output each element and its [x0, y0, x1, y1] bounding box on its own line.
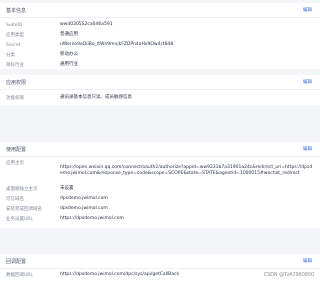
business-url-value: https://dpsdemo.jwimol.com [60, 216, 124, 221]
usage-config-header: 使用配置 编辑 [0, 142, 320, 157]
permission-value: 通讯录基本信息只读、成员敏感信息 [60, 95, 132, 100]
usage-config-edit-button[interactable]: 编辑 [303, 146, 312, 152]
basic-info-card: 基本信息 编辑 SuiteID wwd0305S2ca046a591 应用类型 … [0, 3, 320, 69]
secret-label: Secret [6, 42, 21, 48]
permission-card: 应用权限 编辑 功能权限 通讯录基本信息只读、成员敏感信息 [0, 75, 320, 105]
homepage-value: https://open.weixin.qq.com/connect/oauth… [60, 165, 313, 176]
csdn-watermark: CSDN @TzA7960800 [263, 273, 314, 278]
info-row-secret: Secret uWerno9eDiiBo_ItWn9mnjkFZDPn4oHx9… [0, 40, 320, 50]
permission-row: 功能权限 通讯录基本信息只读、成员敏感信息 [0, 92, 320, 104]
category-value: 移动办公 [60, 52, 78, 57]
info-row-industry: 目标行业 通用行业 [0, 60, 320, 70]
desktop-homepage-value: 未设置 [60, 186, 74, 191]
suiteid-value: wwd0305S2ca046a591 [60, 22, 113, 27]
homepage-label: 应用主页 [6, 161, 24, 166]
info-row-category: 分类 移动办公 [0, 50, 320, 60]
industry-label: 目标行业 [6, 63, 24, 68]
trusted-domain-row: 可信域名 dpsdemo.jwimol.com [0, 194, 320, 204]
business-url-label: 业务设置URL [6, 217, 33, 222]
permission-edit-button[interactable]: 编辑 [303, 79, 312, 85]
secret-value: uWerno9eDiiBo_ItWn9mnjkFZDPn4oHx9Ow4ct84… [60, 42, 174, 47]
usage-config-card: 使用配置 编辑 应用主页 https://open.weixin.qq.com/… [0, 142, 320, 228]
install-callback-label: 安装完成回调域名 [6, 207, 42, 212]
permission-title: 应用权限 [6, 79, 27, 86]
desktop-homepage-label: 桌面端独立主页 [6, 187, 38, 192]
permission-label: 功能权限 [6, 96, 24, 101]
basic-info-edit-button[interactable]: 编辑 [303, 7, 312, 13]
callback-header: 回调配置 编辑 [0, 254, 320, 269]
desktop-homepage-row: 桌面端独立主页 未设置 [0, 184, 320, 194]
basic-info-title: 基本信息 [6, 7, 27, 14]
trusted-domain-value: dpsdemo.jwimol.com [60, 196, 108, 201]
category-label: 分类 [6, 53, 15, 58]
permission-header: 应用权限 编辑 [0, 75, 320, 90]
homepage-row: 应用主页 https://open.weixin.qq.com/connect/… [0, 160, 320, 182]
install-callback-row: 安装完成回调域名 dpsdemo.jwimol.com [0, 204, 320, 214]
app-type-label: 应用类型 [6, 33, 24, 38]
callback-title: 回调配置 [6, 258, 27, 265]
callback-url-label: 数据回调URL [6, 273, 33, 278]
suiteid-label: SuiteID [6, 22, 23, 28]
industry-value: 通用行业 [60, 62, 78, 67]
business-url-row: 业务设置URL https://dpsdemo.jwimol.com [0, 214, 320, 224]
usage-config-title: 使用配置 [6, 146, 27, 153]
info-row-app-type: 应用类型 普通应用 [0, 30, 320, 40]
callback-edit-button[interactable]: 编辑 [303, 258, 312, 264]
install-callback-value: dpsdemo.jwimol.com [60, 206, 108, 211]
trusted-domain-label: 可信域名 [6, 197, 24, 202]
app-type-value: 普通应用 [60, 32, 78, 37]
info-row-suiteid: SuiteID wwd0305S2ca046a591 [0, 20, 320, 30]
basic-info-header: 基本信息 编辑 [0, 3, 320, 18]
